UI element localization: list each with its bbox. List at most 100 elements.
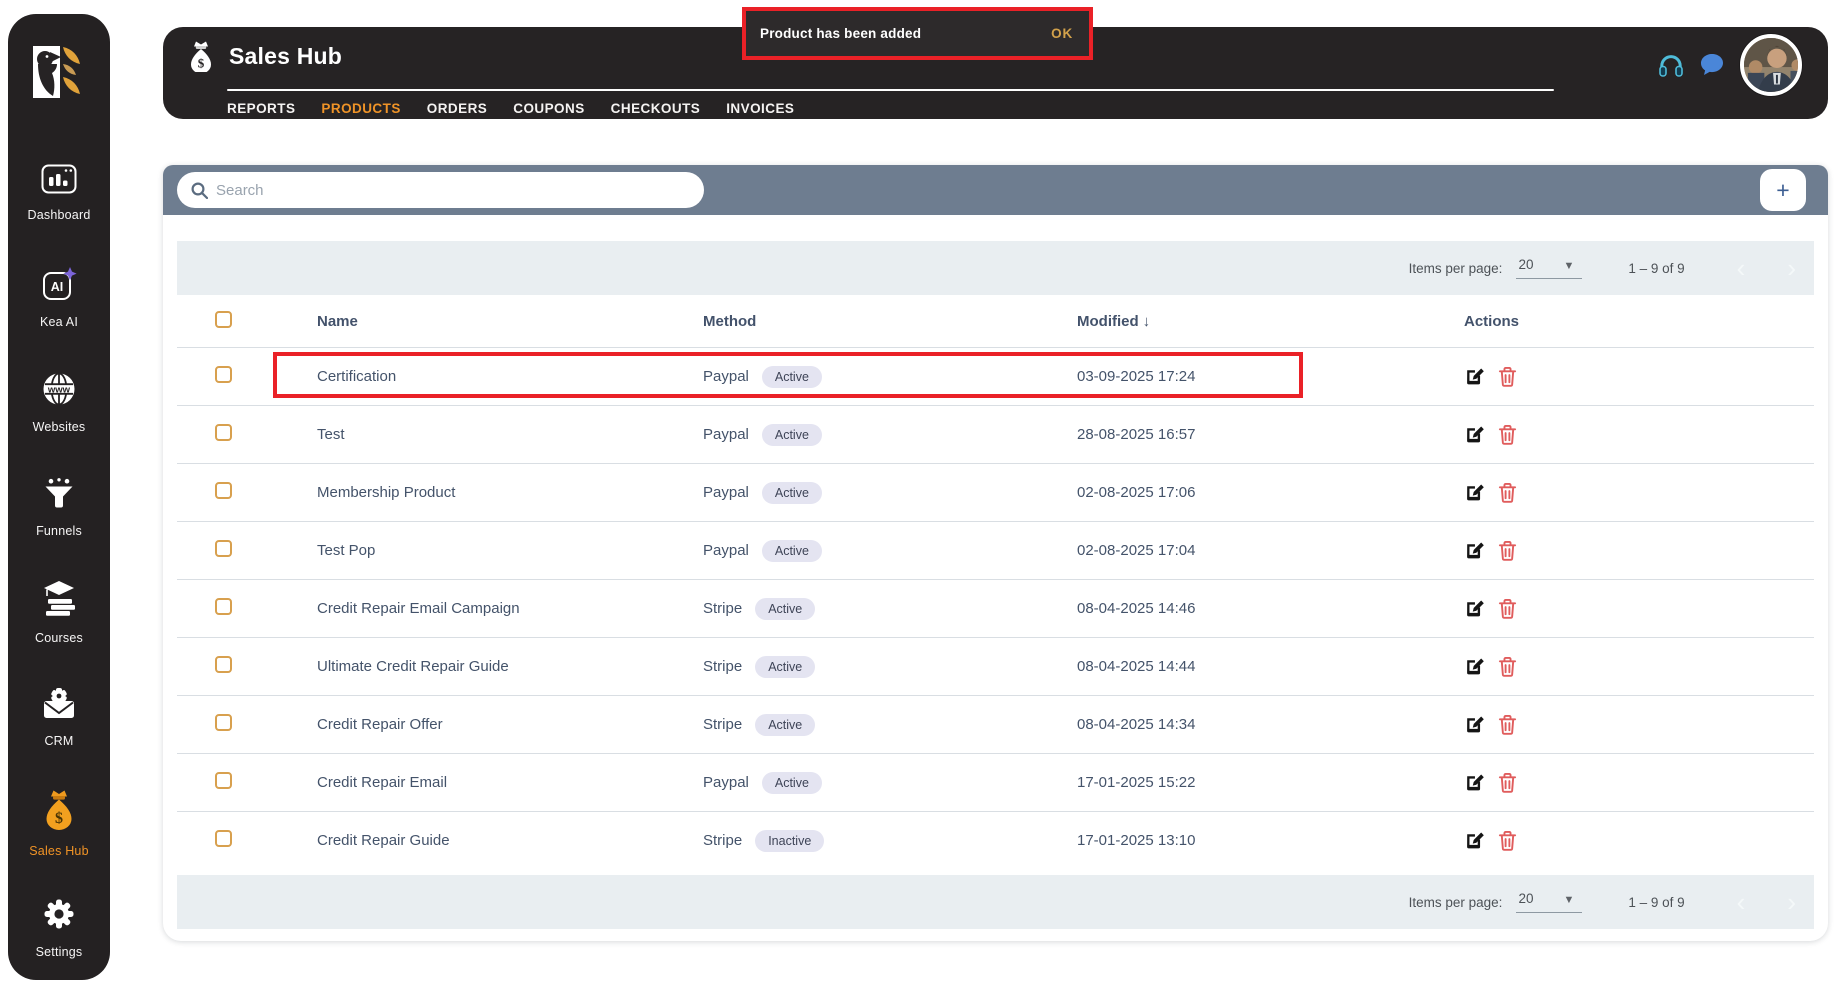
payment-method: Stripe bbox=[703, 832, 743, 849]
user-avatar[interactable] bbox=[1740, 34, 1802, 96]
sidebar-item-sales-hub[interactable]: $ Sales Hub bbox=[8, 770, 110, 875]
product-name[interactable]: Credit Repair Guide bbox=[317, 832, 703, 849]
status-badge: Active bbox=[761, 423, 822, 446]
product-name[interactable]: Test bbox=[317, 426, 703, 443]
search-icon bbox=[191, 181, 208, 199]
add-product-button[interactable]: + bbox=[1760, 169, 1806, 211]
row-checkbox[interactable] bbox=[215, 656, 232, 673]
search-toolbar: + bbox=[163, 165, 1828, 215]
svg-text:AI: AI bbox=[51, 280, 64, 294]
sidebar-item-courses[interactable]: Courses bbox=[8, 560, 110, 665]
search-box[interactable] bbox=[177, 172, 704, 208]
tab-products[interactable]: PRODUCTS bbox=[321, 101, 400, 116]
delete-button[interactable] bbox=[1498, 598, 1517, 619]
edit-button[interactable] bbox=[1464, 830, 1485, 851]
sidebar-item-kea-ai[interactable]: AI Kea AI bbox=[8, 245, 110, 350]
edit-button[interactable] bbox=[1464, 714, 1485, 735]
tab-reports[interactable]: REPORTS bbox=[227, 101, 295, 116]
row-checkbox[interactable] bbox=[215, 482, 232, 499]
caret-down-icon: ▼ bbox=[1563, 260, 1575, 272]
select-all-checkbox[interactable] bbox=[215, 310, 232, 328]
product-name[interactable]: Ultimate Credit Repair Guide bbox=[317, 658, 703, 675]
column-header-method[interactable]: Method bbox=[703, 313, 1077, 330]
product-name[interactable]: Test Pop bbox=[317, 542, 703, 559]
items-per-page-label: Items per page: bbox=[1408, 894, 1503, 910]
tab-coupons[interactable]: COUPONS bbox=[513, 101, 584, 116]
delete-button[interactable] bbox=[1498, 830, 1517, 851]
money-bag-icon: $ bbox=[41, 788, 77, 835]
sidebar-item-settings[interactable]: Settings bbox=[8, 875, 110, 980]
product-name[interactable]: Credit Repair Email Campaign bbox=[317, 600, 703, 617]
modified-date: 08-04-2025 14:46 bbox=[1077, 600, 1196, 617]
support-headphones-icon[interactable] bbox=[1658, 52, 1684, 78]
trash-icon bbox=[1498, 715, 1517, 735]
edit-button[interactable] bbox=[1464, 366, 1485, 387]
avatar-photo bbox=[1744, 38, 1798, 92]
edit-button[interactable] bbox=[1464, 424, 1485, 445]
sidebar-item-crm[interactable]: CRM bbox=[8, 665, 110, 770]
page-size-select[interactable]: 20 ▼ bbox=[1516, 257, 1583, 279]
delete-button[interactable] bbox=[1498, 714, 1517, 735]
delete-button[interactable] bbox=[1498, 366, 1517, 387]
sidebar-item-label: Sales Hub bbox=[29, 843, 89, 858]
row-checkbox[interactable] bbox=[215, 598, 232, 615]
product-name[interactable]: Credit Repair Email bbox=[317, 774, 703, 791]
column-header-modified[interactable]: Modified ↓ bbox=[1077, 313, 1464, 330]
edit-button[interactable] bbox=[1464, 598, 1485, 619]
sidebar-item-label: Courses bbox=[35, 631, 83, 645]
globe-www-icon: www bbox=[42, 372, 76, 411]
row-checkbox[interactable] bbox=[215, 540, 232, 557]
sidebar-item-funnels[interactable]: Funnels bbox=[8, 455, 110, 560]
edit-icon bbox=[1467, 368, 1484, 385]
delete-button[interactable] bbox=[1498, 656, 1517, 677]
delete-button[interactable] bbox=[1498, 540, 1517, 561]
edit-icon bbox=[1467, 426, 1484, 443]
delete-button[interactable] bbox=[1498, 482, 1517, 503]
status-badge: Active bbox=[761, 365, 822, 388]
delete-button[interactable] bbox=[1498, 424, 1517, 445]
product-name[interactable]: Certification bbox=[317, 368, 703, 385]
tab-checkouts[interactable]: CHECKOUTS bbox=[611, 101, 701, 116]
edit-button[interactable] bbox=[1464, 772, 1485, 793]
modified-date: 08-04-2025 14:34 bbox=[1077, 716, 1196, 733]
trash-icon bbox=[1498, 483, 1517, 503]
row-checkbox[interactable] bbox=[215, 424, 232, 441]
sidebar-item-label: Dashboard bbox=[27, 207, 91, 222]
pagination-range: 1 – 9 of 9 bbox=[1628, 894, 1685, 910]
sort-desc-icon: ↓ bbox=[1142, 312, 1151, 330]
edit-icon bbox=[1467, 484, 1484, 501]
sidebar: Dashboard AI Kea AI www Websites Funnels… bbox=[8, 14, 110, 980]
row-checkbox[interactable] bbox=[215, 714, 232, 731]
row-checkbox[interactable] bbox=[215, 366, 232, 383]
delete-button[interactable] bbox=[1498, 772, 1517, 793]
toast-ok-button[interactable]: OK bbox=[1051, 26, 1073, 41]
page-size-select[interactable]: 20 ▼ bbox=[1516, 891, 1583, 913]
payment-method: Stripe bbox=[703, 658, 743, 675]
trash-icon bbox=[1498, 367, 1517, 387]
tab-orders[interactable]: ORDERS bbox=[427, 101, 487, 116]
column-header-name[interactable]: Name bbox=[317, 313, 703, 330]
kea-logo[interactable] bbox=[30, 44, 88, 100]
products-panel: + Items per page: 20 ▼ 1 – 9 of 9 ‹ › Na… bbox=[163, 165, 1828, 941]
sidebar-item-dashboard[interactable]: Dashboard bbox=[8, 140, 110, 245]
envelope-gear-icon bbox=[41, 687, 77, 725]
status-badge: Active bbox=[761, 771, 822, 794]
modified-date: 17-01-2025 13:10 bbox=[1077, 832, 1196, 849]
product-name[interactable]: Credit Repair Offer bbox=[317, 716, 703, 733]
tab-invoices[interactable]: INVOICES bbox=[726, 101, 794, 116]
page-size-value: 20 bbox=[1518, 891, 1534, 906]
sidebar-item-label: Websites bbox=[32, 419, 86, 434]
edit-button[interactable] bbox=[1464, 540, 1485, 561]
sidebar-item-websites[interactable]: www Websites bbox=[8, 350, 110, 455]
search-input[interactable] bbox=[216, 181, 690, 199]
chat-bubble-icon[interactable] bbox=[1699, 52, 1725, 78]
edit-button[interactable] bbox=[1464, 482, 1485, 503]
row-checkbox[interactable] bbox=[215, 772, 232, 789]
row-checkbox[interactable] bbox=[215, 830, 232, 847]
product-name[interactable]: Membership Product bbox=[317, 484, 703, 501]
trash-icon bbox=[1498, 425, 1517, 445]
table-row: Credit Repair Email Paypal Active 17-01-… bbox=[177, 753, 1814, 811]
kea-ai-icon: AI bbox=[41, 266, 77, 306]
table-row: Certification Paypal Active 03-09-2025 1… bbox=[177, 347, 1814, 405]
edit-button[interactable] bbox=[1464, 656, 1485, 677]
